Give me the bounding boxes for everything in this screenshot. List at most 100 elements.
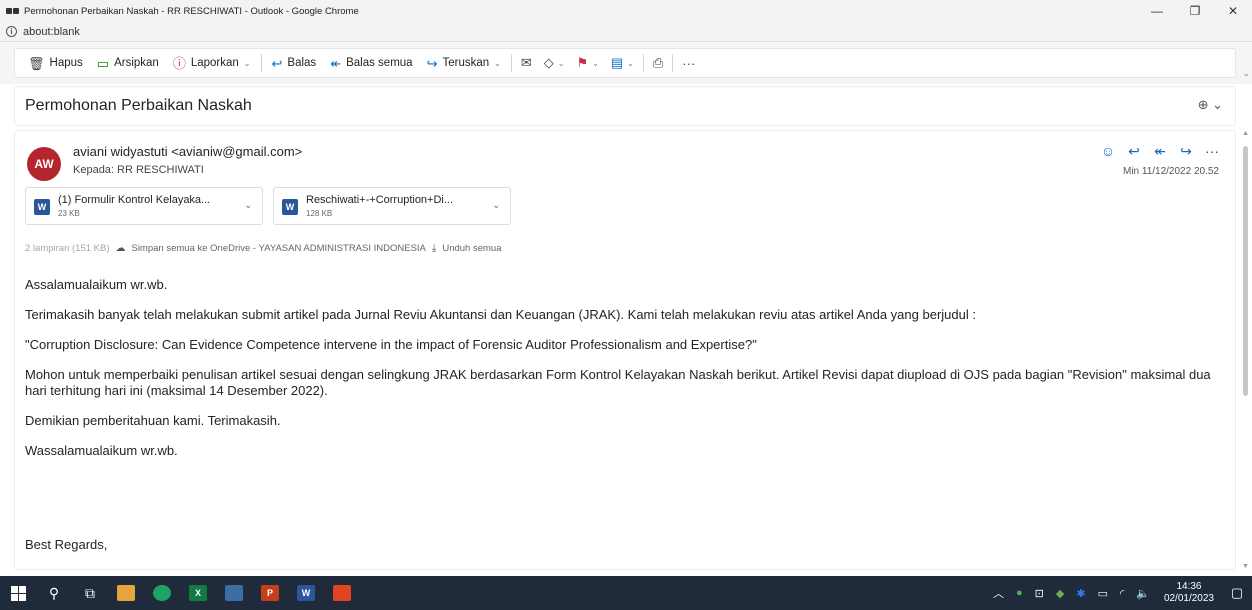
scroll-down-icon[interactable]: ▼ xyxy=(1242,563,1249,570)
chevron-down-icon[interactable]: ⌄ xyxy=(244,200,252,211)
move-button[interactable]: ▤ ⌄ xyxy=(605,51,640,75)
zoom-icon[interactable]: ⊕ ⌄ xyxy=(1198,97,1223,113)
excel-icon: X xyxy=(189,585,207,601)
report-button[interactable]: ⓘ Laporkan ⌄ xyxy=(166,51,258,75)
flag-icon: ⚑ xyxy=(576,55,589,70)
report-icon: ⓘ xyxy=(172,55,186,71)
tray-app-icon[interactable]: ◆ xyxy=(1056,587,1064,600)
categorize-button[interactable]: ◇ ⌄ xyxy=(538,51,571,75)
system-tray: ︿ ● ⊡ ◆ ✱ ▭ ◜ 🔈 14:36 02/01/2023 ▢ xyxy=(987,576,1252,610)
scroll-up-icon[interactable]: ▲ xyxy=(1242,130,1249,137)
emoji-reaction-icon[interactable]: ☺ xyxy=(1097,141,1119,161)
search-button[interactable]: ⚲ xyxy=(36,576,72,610)
window-title: Permohonan Perbaikan Naskah - RR RESCHIW… xyxy=(24,5,359,17)
recipient-line: Kepada: RR RESCHIWATI xyxy=(73,164,204,176)
attachment-size: 128 KB xyxy=(306,209,333,218)
reply-button[interactable]: ↩ Balas xyxy=(265,51,324,75)
word-file-icon: W xyxy=(34,199,50,215)
flag-button[interactable]: ⚑ ⌄ xyxy=(570,51,604,75)
cloud-icon: ☁ xyxy=(115,243,126,254)
attachment-card[interactable]: W (1) Formulir Kontrol Kelayaka... 23 KB… xyxy=(25,187,263,225)
attachment-count: 2 lampiran (151 KB) xyxy=(25,243,110,254)
archive-label: Arsipkan xyxy=(114,57,159,69)
toolbar-divider xyxy=(672,54,674,72)
message-toolbar: 🗑 Hapus ▭ Arsipkan ⓘ Laporkan ⌄ ↩ Balas … xyxy=(0,42,1252,84)
archive-button[interactable]: ▭ Arsipkan xyxy=(90,51,166,75)
body-paragraph: Demikian pemberitahuan kami. Terimakasih… xyxy=(25,413,281,428)
body-paragraph: Terimakasih banyak telah melakukan submi… xyxy=(25,307,976,322)
chevron-down-icon[interactable]: ⌄ xyxy=(492,200,500,211)
save-onedrive-link[interactable]: Simpan semua ke OneDrive - YAYASAN ADMIN… xyxy=(131,243,425,254)
more-icon[interactable]: ··· xyxy=(1201,141,1223,161)
taskbar-app-powerpoint[interactable]: P xyxy=(252,576,288,610)
search-icon: ⚲ xyxy=(48,584,60,601)
download-all-link[interactable]: Unduh semua xyxy=(442,243,501,254)
email-subject: Permohonan Perbaikan Naskah xyxy=(25,97,252,114)
forward-button[interactable]: ↪ Teruskan ⌄ xyxy=(420,51,508,75)
outlook-app-icon xyxy=(6,6,20,16)
task-view-icon: ⧉ xyxy=(85,584,95,601)
reply-icon[interactable]: ↩ xyxy=(1123,141,1145,161)
word-file-icon: W xyxy=(282,199,298,215)
url-text[interactable]: about:blank xyxy=(23,26,80,38)
restore-button[interactable]: ❐ xyxy=(1176,0,1214,22)
chevron-down-icon[interactable]: ⌄ xyxy=(494,59,501,68)
taskbar-clock[interactable]: 14:36 02/01/2023 xyxy=(1164,581,1214,605)
message-card: AW aviani widyastuti <avianiw@gmail.com>… xyxy=(14,130,1236,570)
info-icon[interactable]: i xyxy=(6,26,17,37)
forward-label: Teruskan xyxy=(442,57,490,69)
tray-app-icon[interactable]: ● xyxy=(1016,587,1023,599)
wifi-icon[interactable]: ◜ xyxy=(1120,587,1124,600)
message-actions: ☺ ↩ ↞ ↪ ··· xyxy=(1097,141,1223,161)
vertical-scrollbar[interactable]: ▲ ▼ xyxy=(1242,130,1250,570)
scrollbar-thumb[interactable] xyxy=(1243,146,1248,396)
download-icon: ⤓ xyxy=(431,243,437,254)
chevron-down-icon[interactable]: ⌄ xyxy=(1242,68,1250,79)
more-actions-button[interactable]: ··· xyxy=(676,51,701,75)
volume-icon[interactable]: 🔈 xyxy=(1136,587,1150,600)
mark-read-button[interactable]: ✉ xyxy=(515,51,538,75)
notification-icon[interactable]: ▢ xyxy=(1222,585,1252,601)
body-signature: Best Regards, xyxy=(25,537,108,552)
body-paragraph: Mohon untuk memperbaiki penulisan artike… xyxy=(25,367,1211,398)
start-button[interactable] xyxy=(0,576,36,610)
close-button[interactable]: ✕ xyxy=(1214,0,1252,22)
reply-all-icon[interactable]: ↞ xyxy=(1149,141,1171,161)
message-body: Assalamualaikum wr.wb. Terimakasih banya… xyxy=(25,277,1215,567)
reply-all-button[interactable]: ↞ Balas semua xyxy=(323,51,419,75)
reply-all-icon: ↞ xyxy=(330,55,342,71)
taskbar-app-chrome[interactable] xyxy=(144,576,180,610)
chevron-down-icon: ⌄ xyxy=(627,58,634,68)
word-icon: W xyxy=(297,585,315,601)
minimize-button[interactable]: — xyxy=(1138,0,1176,22)
toolbar-divider xyxy=(642,54,644,72)
envelope-icon: ✉ xyxy=(520,55,532,70)
tray-device-icon[interactable]: ⊡ xyxy=(1035,587,1044,600)
delete-button[interactable]: 🗑 Hapus xyxy=(21,51,90,75)
forward-icon[interactable]: ↪ xyxy=(1175,141,1197,161)
message-date: Min 11/12/2022 20.52 xyxy=(1122,166,1219,177)
taskbar-app-calculator[interactable] xyxy=(216,576,252,610)
chevron-down-icon[interactable]: ⌄ xyxy=(244,59,251,68)
forward-icon: ↪ xyxy=(426,55,438,71)
task-view-button[interactable]: ⧉ xyxy=(72,576,108,610)
attachment-summary: 2 lampiran (151 KB) ☁ Simpan semua ke On… xyxy=(25,243,501,254)
battery-icon[interactable]: ▭ xyxy=(1098,587,1108,600)
sender-address[interactable]: aviani widyastuti <avianiw@gmail.com> xyxy=(73,144,302,159)
avatar[interactable]: AW xyxy=(27,147,61,181)
tag-icon: ◇ xyxy=(543,55,554,70)
taskbar-app-explorer[interactable] xyxy=(108,576,144,610)
chevron-up-icon[interactable]: ︿ xyxy=(993,585,1004,601)
attachment-card[interactable]: W Reschiwati+-+Corruption+Di... 128 KB ⌄ xyxy=(273,187,511,225)
taskbar-app-acrobat[interactable] xyxy=(324,576,360,610)
delete-label: Hapus xyxy=(49,57,83,69)
taskbar-app-word[interactable]: W xyxy=(288,576,324,610)
bluetooth-icon[interactable]: ✱ xyxy=(1076,587,1085,600)
archive-icon: ▭ xyxy=(96,55,110,71)
taskbar-app-excel[interactable]: X xyxy=(180,576,216,610)
attachment-name: Reschiwati+-+Corruption+Di... xyxy=(306,194,454,206)
print-button[interactable]: ⎙ xyxy=(647,51,669,75)
move-icon: ▤ xyxy=(610,55,624,70)
windows-logo-icon xyxy=(10,585,26,601)
report-label: Laporkan xyxy=(190,57,239,69)
